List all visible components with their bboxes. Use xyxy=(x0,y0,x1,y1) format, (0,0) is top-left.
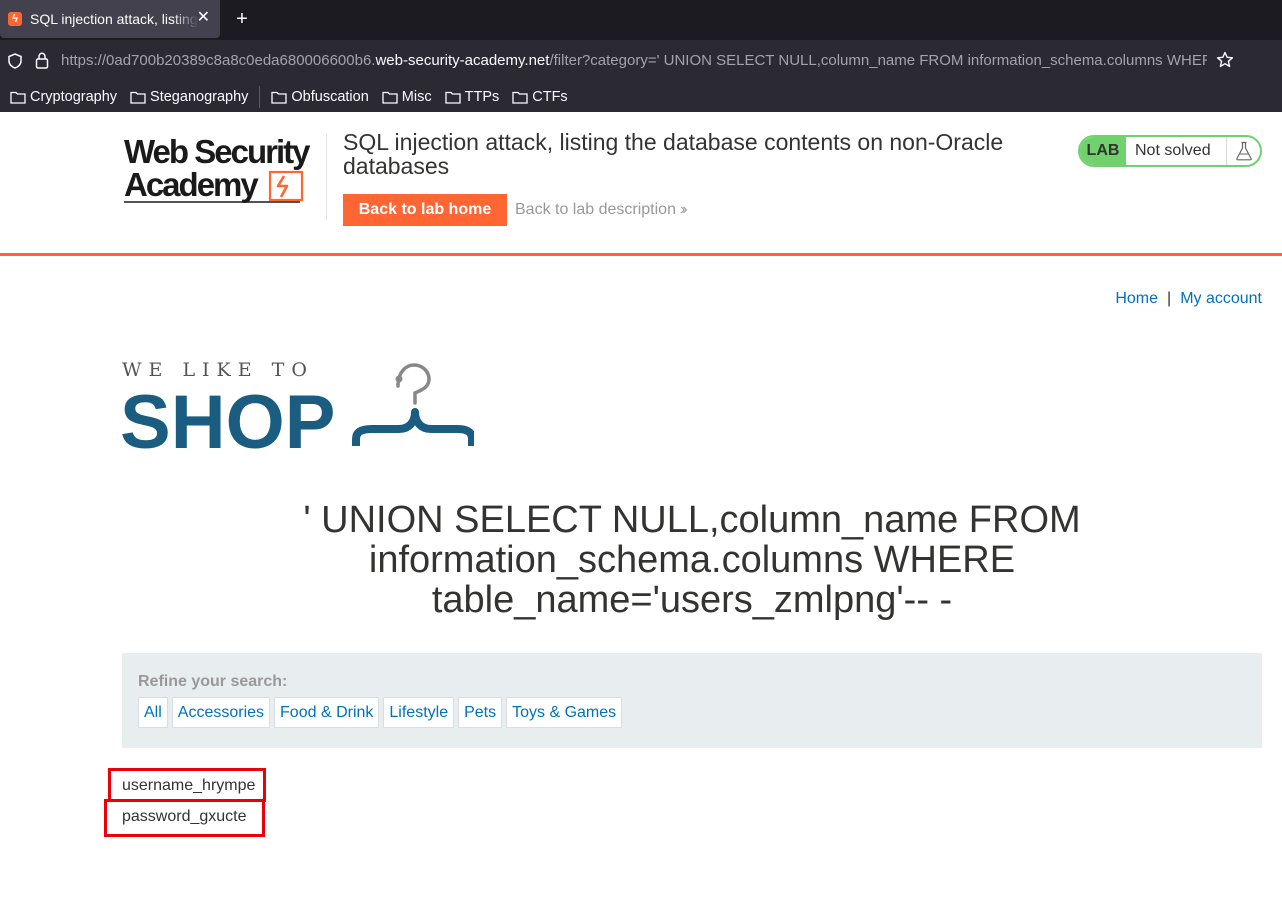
browser-tab-bar: ϟ SQL injection attack, listing the data… xyxy=(0,0,1282,40)
flask-icon xyxy=(1226,137,1260,165)
logo-line2: Academy xyxy=(124,166,259,203)
account-nav: Home | My account xyxy=(1115,290,1262,308)
hanger-icon xyxy=(352,363,474,446)
web-security-academy-logo[interactable]: Web Security Academy xyxy=(124,134,324,206)
filter-pets[interactable]: Pets xyxy=(458,697,503,728)
shield-icon[interactable] xyxy=(8,53,22,69)
bookmark-separator xyxy=(259,86,261,108)
bookmark-label: Misc xyxy=(401,89,432,105)
bookmark-folder-cryptography[interactable]: Cryptography xyxy=(10,89,117,105)
filter-all[interactable]: All xyxy=(138,697,168,728)
bookmark-label: Cryptography xyxy=(30,89,118,105)
shop-logo-word: SHOP xyxy=(122,380,335,452)
bookmarks-bar: Cryptography Steganography Obfuscation M… xyxy=(0,82,1282,112)
new-tab-icon[interactable]: + xyxy=(232,8,252,30)
bookmark-label: Obfuscation xyxy=(291,89,369,105)
browser-tab[interactable]: ϟ SQL injection attack, listing the data… xyxy=(0,0,220,38)
filter-accessories[interactable]: Accessories xyxy=(171,697,271,728)
category-filters: All Accessories Food & Drink Lifestyle P… xyxy=(138,697,626,728)
lab-status-text: Not solved xyxy=(1135,142,1211,159)
url-field[interactable]: https://0ad700b20389c8a8c0eda680006600b6… xyxy=(61,52,1207,70)
search-results-heading: ' UNION SELECT NULL,column_name FROM inf… xyxy=(303,499,1081,621)
folder-icon xyxy=(512,91,528,104)
bookmark-label: Steganography xyxy=(150,89,249,105)
folder-icon xyxy=(130,91,146,104)
double-chevron-right-icon: ›› xyxy=(679,201,687,218)
bookmark-folder-misc[interactable]: Misc xyxy=(382,89,432,105)
highlight-box-username xyxy=(108,768,266,802)
back-to-lab-description-label: Back to lab description xyxy=(515,201,676,218)
bookmark-folder-steganography[interactable]: Steganography xyxy=(130,89,248,105)
filter-food-drink[interactable]: Food & Drink xyxy=(274,697,380,728)
logo-line1: Web Security xyxy=(124,134,311,170)
refine-label: Refine your search: xyxy=(138,673,288,690)
lab-badge: LAB xyxy=(1080,137,1126,165)
url-domain: web-security-academy.net xyxy=(375,52,550,69)
bookmark-label: CTFs xyxy=(532,89,568,105)
bookmark-folder-ctfs[interactable]: CTFs xyxy=(512,89,568,105)
folder-icon xyxy=(10,91,26,104)
bookmark-folder-ttps[interactable]: TTPs xyxy=(444,89,500,105)
back-to-lab-description-link[interactable]: Back to lab description ›› xyxy=(515,201,687,219)
refine-search-panel: Refine your search: All Accessories Food… xyxy=(122,653,1262,748)
bookmark-star-icon[interactable] xyxy=(1216,51,1234,69)
home-link[interactable]: Home xyxy=(1115,290,1158,307)
lab-title: SQL injection attack, listing the databa… xyxy=(343,129,1004,179)
close-tab-icon[interactable]: ✕ xyxy=(197,9,210,27)
url-path: /filter?category=' UNION SELECT NULL,col… xyxy=(549,52,1207,69)
logo-bolt xyxy=(276,175,289,198)
filter-toys-games[interactable]: Toys & Games xyxy=(506,697,623,728)
folder-icon xyxy=(382,91,398,104)
folder-icon xyxy=(271,91,288,104)
we-like-to-shop-logo[interactable]: WE LIKE TO SHOP xyxy=(122,356,474,452)
bookmark-folder-obfuscation[interactable]: Obfuscation xyxy=(271,89,369,105)
bookmark-label: TTPs xyxy=(464,89,500,105)
header-divider xyxy=(326,134,327,220)
highlight-box-password xyxy=(104,799,265,837)
back-to-lab-home-button[interactable]: Back to lab home xyxy=(343,194,507,226)
lab-status-widget: LAB Not solved xyxy=(1078,135,1262,167)
folder-icon xyxy=(444,91,461,104)
filter-lifestyle[interactable]: Lifestyle xyxy=(383,697,455,728)
nav-separator: | xyxy=(1167,290,1172,307)
browser-navigation-bar: https://0ad700b20389c8a8c0eda680006600b6… xyxy=(0,40,1282,82)
shop-logo-tagline: WE LIKE TO xyxy=(122,359,314,381)
url-prefix: https://0ad700b20389c8a8c0eda680006600b6… xyxy=(61,52,376,69)
tab-title: SQL injection attack, listing the databa… xyxy=(30,11,198,27)
lab-favicon-icon: ϟ xyxy=(8,12,22,26)
lock-icon[interactable] xyxy=(35,52,49,69)
lab-header: Web Security Academy SQL injection attac… xyxy=(0,112,1282,256)
my-account-link[interactable]: My account xyxy=(1180,290,1262,307)
